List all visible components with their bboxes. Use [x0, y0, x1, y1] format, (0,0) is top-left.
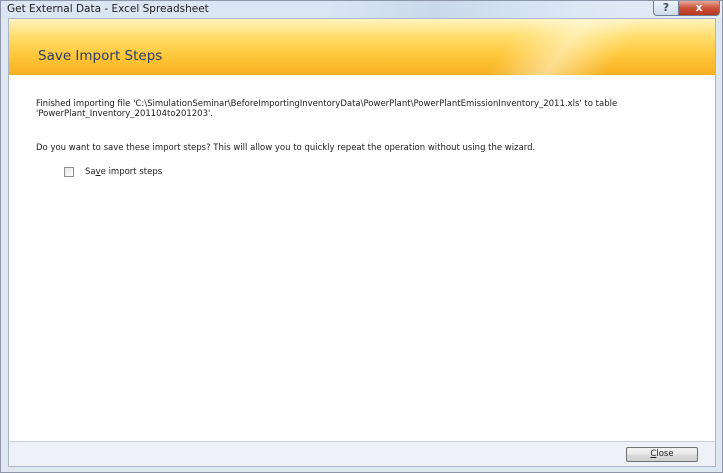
- window-title: Get External Data - Excel Spreadsheet: [7, 3, 209, 15]
- close-icon: x: [695, 1, 703, 14]
- wizard-content: Save Import Steps Finished importing fil…: [8, 18, 716, 467]
- finished-message-line-2: 'PowerPlant_Inventory_201104to201203'.: [36, 109, 214, 119]
- close-button[interactable]: Close: [626, 447, 698, 462]
- import-wizard-window: Get External Data - Excel Spreadsheet ? …: [0, 0, 723, 473]
- save-label-part-1: Sa: [85, 167, 96, 177]
- save-import-steps-checkbox[interactable]: [64, 167, 74, 177]
- footer-bar: Close: [9, 441, 715, 466]
- title-bar[interactable]: Get External Data - Excel Spreadsheet ? …: [1, 1, 722, 18]
- help-icon: ?: [662, 1, 670, 14]
- save-import-steps-label[interactable]: Save import steps: [85, 166, 162, 179]
- save-label-part-2: e import steps: [100, 167, 163, 177]
- close-label-rest: lose: [656, 449, 674, 459]
- window-close-button[interactable]: x: [678, 1, 720, 16]
- help-button[interactable]: ?: [653, 1, 679, 16]
- page-title: Save Import Steps: [38, 48, 163, 64]
- save-question-text: Do you want to save these import steps? …: [36, 143, 536, 153]
- banner-decoration: [464, 19, 664, 75]
- header-banner: Save Import Steps: [9, 19, 715, 75]
